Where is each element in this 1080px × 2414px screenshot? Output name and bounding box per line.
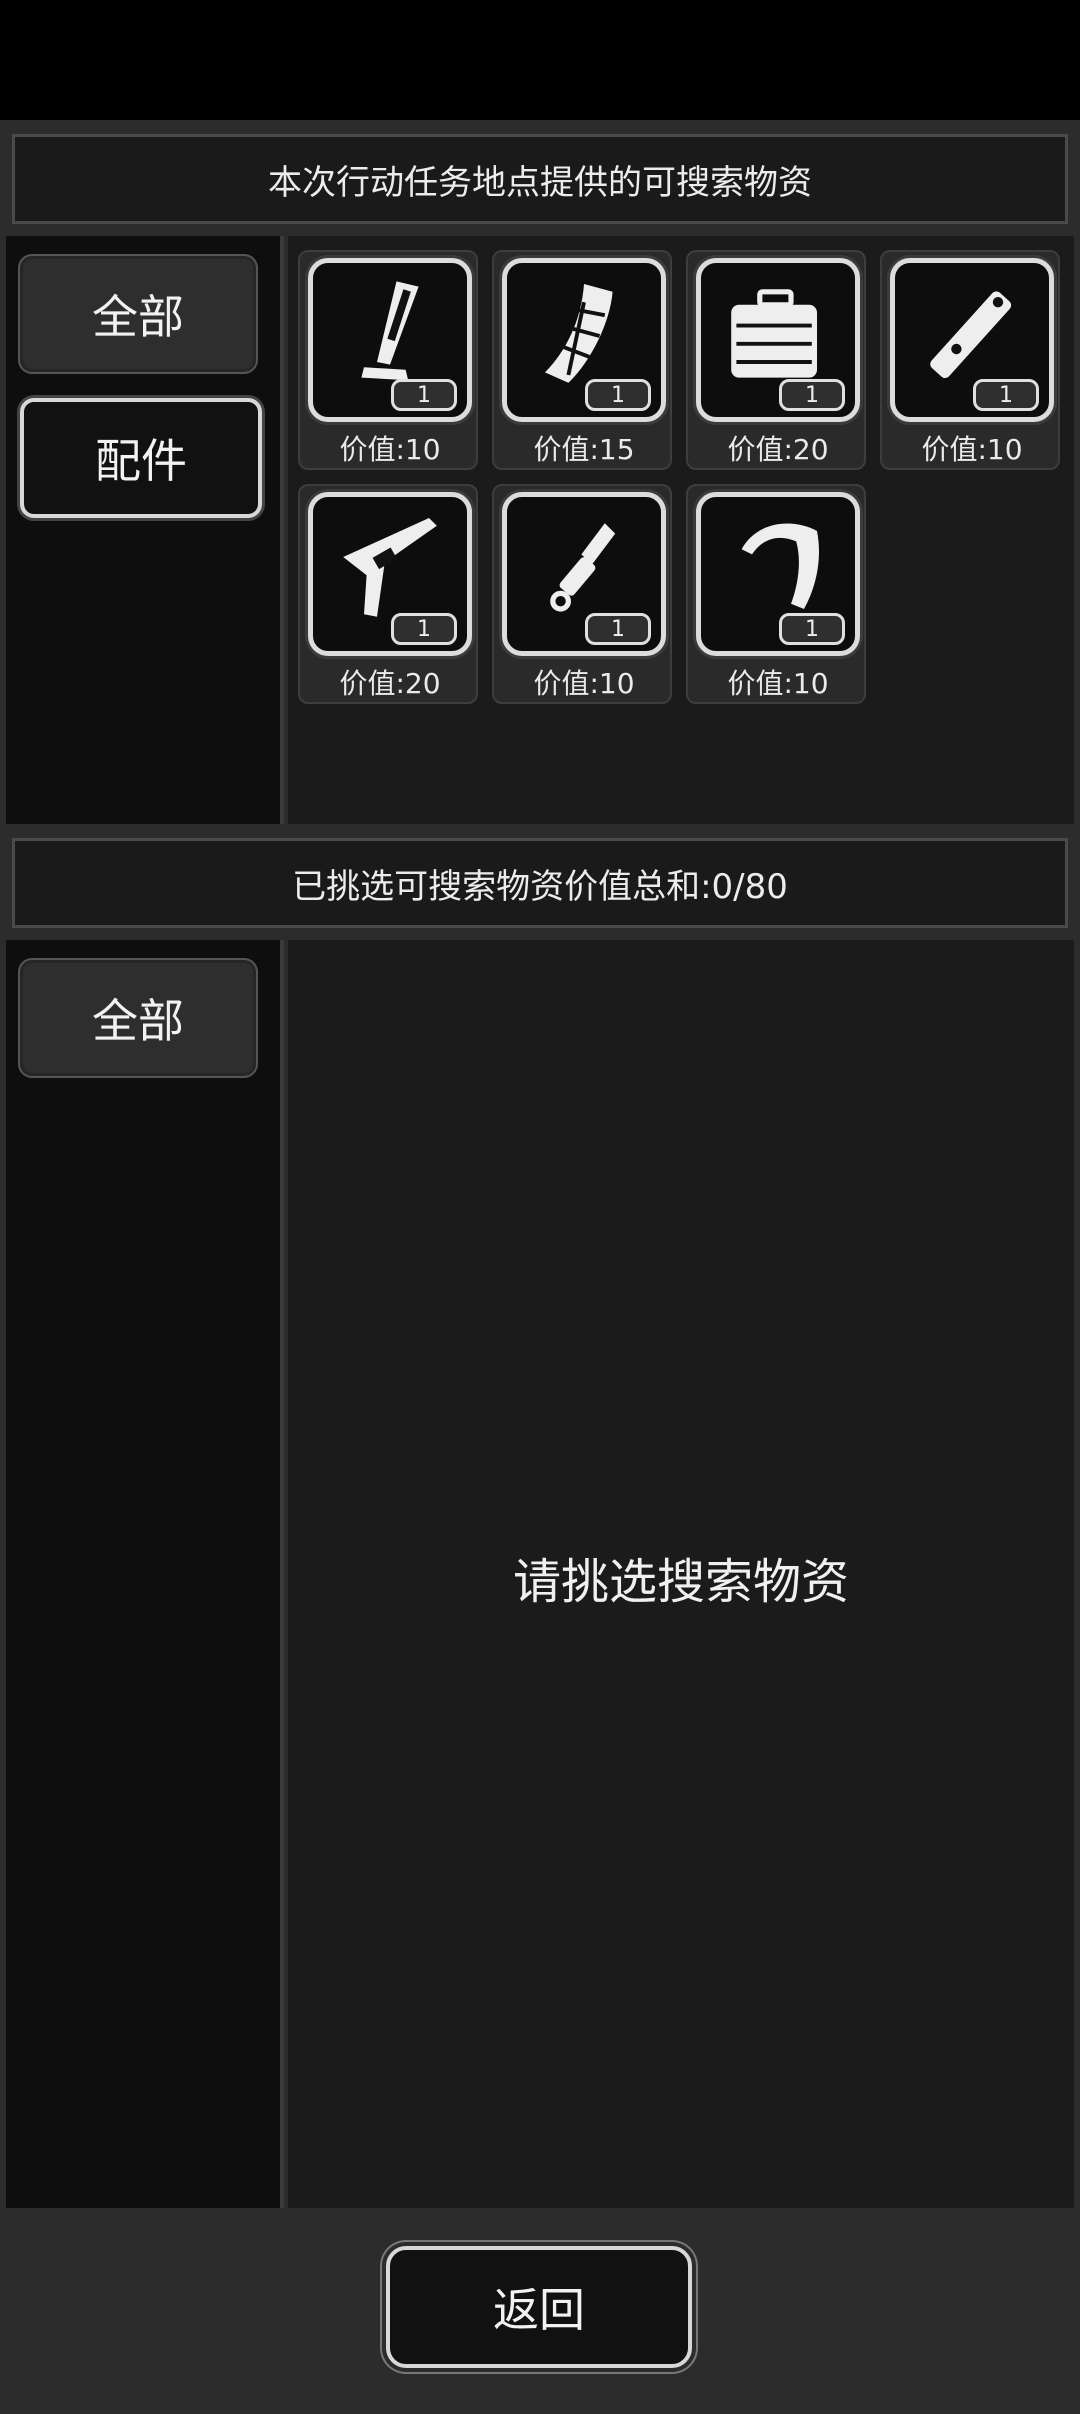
item-slot: 1 xyxy=(502,258,666,422)
item-price: 价值:10 xyxy=(533,667,635,700)
tab-all[interactable]: 全部 xyxy=(18,254,258,374)
item-card[interactable]: 1 价值:10 xyxy=(880,250,1060,470)
item-price: 价值:10 xyxy=(727,667,829,700)
item-card[interactable]: 1 价值:10 xyxy=(686,484,866,704)
tab-selected-all-label: 全部 xyxy=(92,994,184,1048)
item-slot: 1 xyxy=(890,258,1054,422)
item-slot: 1 xyxy=(308,492,472,656)
item-count-badge: 1 xyxy=(779,379,845,411)
item-card[interactable]: 1 价值:10 xyxy=(492,484,672,704)
item-slot: 1 xyxy=(696,492,860,656)
item-card[interactable]: 1 价值:20 xyxy=(298,484,478,704)
item-price: 价值:20 xyxy=(727,433,829,466)
empty-selection-message: 请挑选搜索物资 xyxy=(512,1554,849,1610)
item-slot: 1 xyxy=(696,258,860,422)
item-slot: 1 xyxy=(502,492,666,656)
item-card[interactable]: 1 价值:20 xyxy=(686,250,866,470)
item-price: 价值:15 xyxy=(533,433,635,466)
tab-accessories-label: 配件 xyxy=(95,434,187,488)
item-slot: 1 xyxy=(308,258,472,422)
item-count-badge: 1 xyxy=(779,613,845,645)
item-price: 价值:10 xyxy=(339,433,441,466)
item-price: 价值:20 xyxy=(339,667,441,700)
item-price: 价值:10 xyxy=(921,433,1023,466)
item-count-badge: 1 xyxy=(391,379,457,411)
available-supplies-header: 本次行动任务地点提供的可搜索物资 xyxy=(12,134,1068,224)
item-count-badge: 1 xyxy=(391,613,457,645)
selected-total-text: 已挑选可搜索物资价值总和:0/80 xyxy=(292,866,788,907)
item-card[interactable]: 1 价值:10 xyxy=(298,250,478,470)
item-count-badge: 1 xyxy=(585,379,651,411)
tab-selected-all[interactable]: 全部 xyxy=(18,958,258,1078)
item-count-badge: 1 xyxy=(973,379,1039,411)
selected-total-header: 已挑选可搜索物资价值总和:0/80 xyxy=(12,838,1068,928)
item-count-badge: 1 xyxy=(585,613,651,645)
tab-all-label: 全部 xyxy=(92,290,184,344)
back-button-label: 返回 xyxy=(493,2283,585,2337)
bottom-category-sidebar xyxy=(6,940,284,2208)
available-supplies-title: 本次行动任务地点提供的可搜索物资 xyxy=(268,162,812,203)
tab-accessories[interactable]: 配件 xyxy=(20,398,262,518)
item-card[interactable]: 1 价值:15 xyxy=(492,250,672,470)
back-button[interactable]: 返回 xyxy=(386,2246,692,2368)
